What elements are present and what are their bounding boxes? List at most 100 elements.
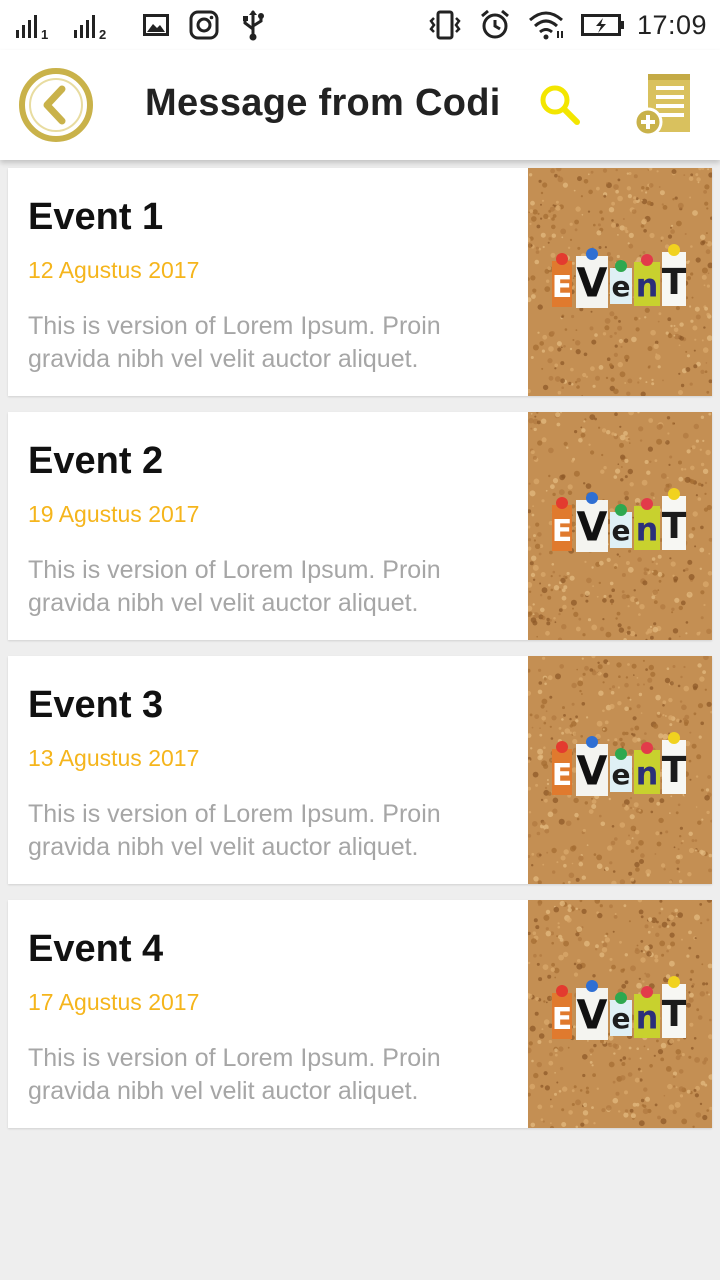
event-title: Event 3 xyxy=(28,684,164,726)
push-pin-icon xyxy=(615,748,627,760)
event-title: Event 2 xyxy=(28,440,164,482)
svg-text:e: e xyxy=(612,514,631,547)
event-thumbnail: EVenT xyxy=(528,900,712,1128)
event-card-1[interactable]: Event 1 12 Agustus 2017 This is version … xyxy=(8,168,712,396)
event-thumbnail: EVenT xyxy=(528,656,712,884)
signal-icon xyxy=(74,12,95,38)
push-pin-icon xyxy=(668,732,680,744)
svg-text:V: V xyxy=(577,993,608,1039)
push-pin-icon xyxy=(556,497,568,509)
event-description: This is version of Lorem Ipsum. Proin gr… xyxy=(28,1044,441,1105)
svg-text:E: E xyxy=(552,270,573,305)
push-pin-icon xyxy=(668,488,680,500)
push-pin-icon xyxy=(668,976,680,988)
svg-text:n: n xyxy=(636,266,659,304)
event-date: 13 Agustus 2017 xyxy=(28,745,200,771)
event-thumbnail: EVenT xyxy=(528,168,712,396)
sim2-signal: 2 xyxy=(74,0,106,50)
letter-cutout: T xyxy=(662,976,687,1038)
letter-cutout: E xyxy=(552,497,573,551)
svg-text:T: T xyxy=(662,994,687,1035)
usb-icon xyxy=(241,0,265,50)
event-card-2[interactable]: Event 2 19 Agustus 2017 This is version … xyxy=(8,412,712,640)
instagram-icon xyxy=(189,0,219,50)
event-description: This is version of Lorem Ipsum. Proin gr… xyxy=(28,556,441,617)
push-pin-icon xyxy=(586,736,598,748)
letter-cutout: V xyxy=(576,492,608,552)
letter-cutout: T xyxy=(662,732,687,794)
svg-text:V: V xyxy=(577,261,608,307)
svg-text:V: V xyxy=(577,505,608,551)
event-thumbnail: EVenT xyxy=(528,412,712,640)
vibrate-icon xyxy=(428,0,462,50)
svg-text:e: e xyxy=(612,270,631,303)
event-title: Event 1 xyxy=(28,196,164,238)
svg-text:e: e xyxy=(612,1002,631,1035)
cork-board-image: EVenT xyxy=(528,900,712,1128)
letter-cutout: T xyxy=(662,244,687,306)
svg-text:n: n xyxy=(636,510,659,548)
signal-icon xyxy=(16,12,37,38)
svg-text:T: T xyxy=(662,506,687,547)
search-button[interactable] xyxy=(537,82,583,128)
push-pin-icon xyxy=(586,492,598,504)
push-pin-icon xyxy=(556,741,568,753)
event-list: Event 1 12 Agustus 2017 This is version … xyxy=(8,168,712,1144)
push-pin-icon xyxy=(641,254,653,266)
clock-time: 17:09 xyxy=(637,9,708,40)
image-icon xyxy=(143,0,169,50)
event-date: 17 Agustus 2017 xyxy=(28,989,200,1015)
letter-cutout: V xyxy=(576,248,608,308)
sim1-signal: 1 xyxy=(16,0,48,50)
alarm-icon xyxy=(479,0,511,50)
status-bar: 1 2 17:09 xyxy=(0,0,720,50)
page-title: Message from Codi xyxy=(145,82,501,124)
clock: 17:09 xyxy=(637,0,707,50)
letter-cutout: E xyxy=(552,741,573,795)
push-pin-icon xyxy=(641,742,653,754)
sim2-label: 2 xyxy=(99,27,107,42)
battery-charging-icon xyxy=(581,0,625,50)
svg-text:E: E xyxy=(552,1002,573,1037)
push-pin-icon xyxy=(615,260,627,272)
wifi-icon xyxy=(527,0,565,50)
event-date: 19 Agustus 2017 xyxy=(28,501,200,527)
svg-text:E: E xyxy=(552,758,573,793)
svg-text:n: n xyxy=(636,998,659,1036)
letter-cutout: V xyxy=(576,980,608,1040)
sim1-label: 1 xyxy=(41,27,49,42)
letter-cutout: E xyxy=(552,253,573,307)
event-card-4[interactable]: Event 4 17 Agustus 2017 This is version … xyxy=(8,900,712,1128)
letter-cutout: V xyxy=(576,736,608,796)
event-description: This is version of Lorem Ipsum. Proin gr… xyxy=(28,312,441,373)
cork-board-image: EVenT xyxy=(528,412,712,640)
back-arrow-icon xyxy=(19,68,93,142)
push-pin-icon xyxy=(556,253,568,265)
add-document-icon xyxy=(633,74,690,137)
event-title: Event 4 xyxy=(28,928,164,970)
svg-text:T: T xyxy=(662,262,687,303)
app-bar: Message from Codi xyxy=(0,50,720,160)
svg-text:e: e xyxy=(612,758,631,791)
event-card-3[interactable]: Event 3 13 Agustus 2017 This is version … xyxy=(8,656,712,884)
search-icon xyxy=(540,85,580,125)
push-pin-icon xyxy=(641,498,653,510)
push-pin-icon xyxy=(668,244,680,256)
push-pin-icon xyxy=(586,980,598,992)
push-pin-icon xyxy=(641,986,653,998)
cork-board-image: EVenT xyxy=(528,656,712,884)
event-date: 12 Agustus 2017 xyxy=(28,257,200,283)
letter-cutout: E xyxy=(552,985,573,1039)
letter-cutout: T xyxy=(662,488,687,550)
cork-board-image: EVenT xyxy=(528,168,712,396)
svg-text:V: V xyxy=(577,749,608,795)
push-pin-icon xyxy=(586,248,598,260)
push-pin-icon xyxy=(615,992,627,1004)
svg-text:E: E xyxy=(552,514,573,549)
svg-text:T: T xyxy=(662,750,687,791)
back-button[interactable] xyxy=(17,66,95,144)
svg-text:n: n xyxy=(636,754,659,792)
add-event-button[interactable] xyxy=(632,70,700,138)
event-description: This is version of Lorem Ipsum. Proin gr… xyxy=(28,800,441,861)
push-pin-icon xyxy=(615,504,627,516)
